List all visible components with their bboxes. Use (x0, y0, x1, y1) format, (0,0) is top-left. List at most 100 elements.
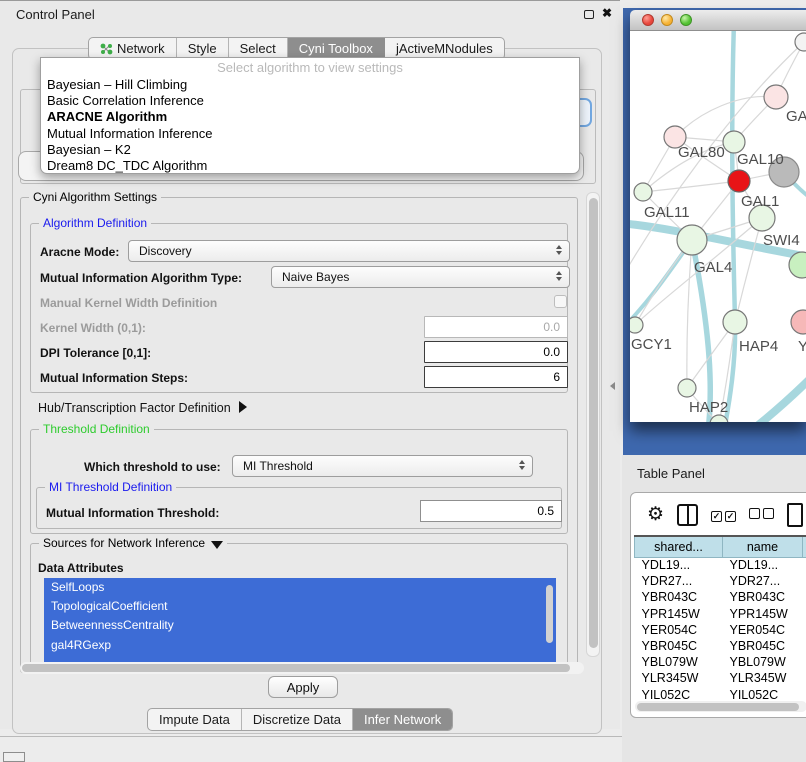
node-label: GAL11 (644, 204, 690, 221)
table-row[interactable]: YDR27...YDR27...12 (635, 573, 806, 589)
mi-threshold-input[interactable]: 0.5 (420, 500, 562, 522)
tab-cyni-toolbox[interactable]: Cyni Toolbox (288, 38, 385, 59)
node-label: Y (798, 338, 806, 355)
which-threshold-value: MI Threshold (243, 459, 313, 473)
algorithm-option-selected[interactable]: ARACNE Algorithm (41, 109, 579, 125)
table-row[interactable]: YBL079WYBL079W (635, 654, 806, 670)
node-label: SWI4 (763, 232, 800, 249)
splitter-collapse-icon[interactable] (610, 382, 615, 390)
kernel-width-input[interactable]: 0.0 (424, 316, 568, 338)
table-scrollbar-thumb[interactable] (637, 703, 799, 711)
attribute-item-selected[interactable]: SelfLoops (44, 578, 556, 597)
dpi-tolerance-label: DPI Tolerance [0,1]: (40, 346, 151, 360)
node-label: GAL80 (678, 144, 725, 161)
tab-network[interactable]: Network (89, 38, 177, 59)
control-panel: Control Panel ✖ Network Style Select Cyn… (0, 0, 620, 729)
network-icon (100, 43, 113, 55)
vertical-scrollbar-thumb[interactable] (589, 198, 598, 648)
select-all-columns-button[interactable]: ✓✓ (711, 506, 736, 524)
node-label: GAL1 (741, 193, 779, 210)
mi-threshold-label: Mutual Information Threshold: (46, 506, 219, 520)
tab-jactivemnodules[interactable]: jActiveMNodules (385, 38, 504, 59)
algorithm-option[interactable]: Bayesian – Hill Climbing (41, 77, 579, 93)
expanded-arrow-icon (211, 541, 223, 549)
settings-horizontal-scrollbar[interactable] (20, 662, 584, 674)
algorithm-option[interactable]: Dream8 DC_TDC Algorithm (41, 158, 579, 174)
panel-title: Control Panel (16, 7, 95, 22)
node-label: GAL10 (737, 151, 784, 168)
column-header[interactable]: shared... (635, 536, 723, 557)
table-row[interactable]: YBR045CYBR045C9. (635, 638, 806, 654)
aracne-mode-value: Discovery (139, 244, 192, 258)
hub-definition-label: Hub/Transcription Factor Definition (38, 401, 231, 415)
data-attributes-list[interactable]: SelfLoops TopologicalCoefficient Between… (44, 578, 556, 662)
new-table-icon[interactable] (787, 503, 803, 527)
float-panel-icon[interactable] (584, 10, 594, 19)
node-label: GAL4 (694, 259, 732, 276)
spinner-arrows-icon (556, 271, 562, 281)
zoom-window-icon[interactable] (680, 14, 692, 26)
bottom-tab-bar: Impute Data Discretize Data Infer Networ… (147, 708, 453, 731)
mi-steps-label: Mutual Information Steps: (40, 371, 188, 385)
algorithm-option[interactable]: Mutual Information Inference (41, 126, 579, 142)
apply-button[interactable]: Apply (268, 676, 338, 698)
tab-style[interactable]: Style (177, 38, 229, 59)
close-panel-icon[interactable]: ✖ (602, 6, 612, 20)
algorithm-dropdown-popup: Select algorithm to view settings Bayesi… (40, 57, 580, 174)
table-horizontal-scrollbar[interactable] (635, 701, 806, 712)
table-panel: Table Panel ⚙ ✓✓ shared... name A YDL19.… (622, 455, 806, 762)
network-window-titlebar[interactable] (630, 10, 806, 31)
mi-type-combo[interactable]: Naive Bayes (271, 266, 570, 288)
settings-viewport: Cyni Algorithm Settings Algorithm Defini… (16, 184, 586, 673)
which-threshold-label: Which threshold to use: (84, 460, 221, 474)
close-window-icon[interactable] (642, 14, 654, 26)
attribute-item-selected[interactable]: gal4RGexp (44, 636, 556, 655)
minimize-window-icon[interactable] (661, 14, 673, 26)
settings-vertical-scrollbar[interactable] (586, 192, 600, 657)
cyni-settings-title: Cyni Algorithm Settings (29, 190, 161, 204)
deselect-all-columns-button[interactable] (749, 506, 774, 524)
attribute-item-selected[interactable]: BetweennessCentrality (44, 616, 556, 635)
tab-infer-network[interactable]: Infer Network (353, 709, 452, 730)
manual-kernel-label: Manual Kernel Width Definition (40, 296, 217, 310)
hub-definition-toggle[interactable]: Hub/Transcription Factor Definition (38, 399, 247, 417)
node-label: GCY1 (631, 336, 672, 353)
node-table[interactable]: shared... name A YDL19...YDL19...13 YDR2… (634, 535, 806, 703)
table-row[interactable]: YER054CYER054C8. (635, 622, 806, 638)
which-threshold-combo[interactable]: MI Threshold (232, 455, 533, 477)
attribute-item-selected[interactable]: TopologicalCoefficient (44, 597, 556, 616)
tab-discretize-data[interactable]: Discretize Data (242, 709, 353, 730)
table-panel-title: Table Panel (637, 466, 705, 481)
table-row[interactable]: YLR345WYLR345W9. (635, 670, 806, 686)
sources-title[interactable]: Sources for Network Inference (39, 536, 227, 550)
horizontal-scrollbar-thumb[interactable] (22, 664, 570, 672)
network-canvas[interactable]: GAL GAL80 GAL10 GAL11 GAL1 SWI4 GAL4 GCY… (630, 31, 806, 422)
node-label: GAL (786, 108, 806, 125)
split-columns-icon[interactable] (677, 504, 698, 526)
kernel-width-label: Kernel Width (0,1): (40, 321, 146, 335)
mi-threshold-title: MI Threshold Definition (45, 480, 176, 494)
network-graph: GAL GAL80 GAL10 GAL11 GAL1 SWI4 GAL4 GCY… (630, 31, 806, 422)
collapsed-arrow-icon (239, 401, 247, 413)
network-view-window[interactable]: GAL GAL80 GAL10 GAL11 GAL1 SWI4 GAL4 GCY… (630, 10, 806, 422)
table-row[interactable]: YPR145WYPR145W9. (635, 606, 806, 622)
algorithm-option[interactable]: Bayesian – K2 (41, 142, 579, 158)
list-scrollbar-thumb[interactable] (546, 585, 553, 643)
algorithm-option[interactable]: Basic Correlation Inference (41, 93, 579, 109)
table-row[interactable]: YBR043CYBR043C (635, 589, 806, 605)
dpi-tolerance-input[interactable]: 0.0 (424, 341, 568, 363)
spinner-arrows-icon (519, 460, 525, 470)
table-row[interactable]: YDL19...YDL19...13 (635, 557, 806, 573)
dock-panel-button-clipped[interactable] (3, 752, 25, 762)
column-header[interactable]: name (723, 536, 803, 557)
mi-steps-input[interactable]: 6 (424, 366, 568, 388)
tab-impute-data[interactable]: Impute Data (148, 709, 242, 730)
tab-select[interactable]: Select (229, 38, 288, 59)
aracne-mode-combo[interactable]: Discovery (128, 240, 570, 262)
node-label: HAP4 (739, 338, 778, 355)
data-attributes-label: Data Attributes (38, 561, 124, 575)
gear-icon[interactable]: ⚙ (647, 506, 664, 524)
spinner-arrows-icon (556, 245, 562, 255)
column-header[interactable]: A (803, 536, 806, 557)
manual-kernel-checkbox[interactable] (554, 295, 567, 308)
